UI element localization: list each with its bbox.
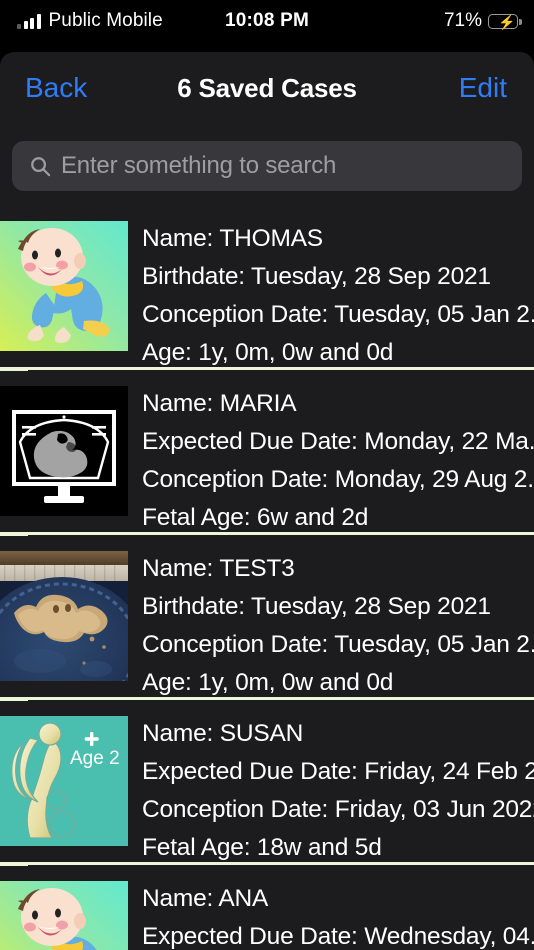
saved-cases-list[interactable]: Name: THOMAS Birthdate: Tuesday, 28 Sep …	[0, 206, 534, 950]
signal-bars-icon	[17, 13, 41, 29]
status-bar-left: Public Mobile	[17, 0, 163, 42]
case-name: Name: TEST3	[142, 555, 295, 582]
case-due-date: Expected Due Date: Wednesday, 04...	[142, 923, 534, 950]
case-due-date: Expected Due Date: Friday, 24 Feb 2...	[142, 758, 534, 785]
search-bar-container: Enter something to search	[0, 124, 534, 206]
case-details: Name: ANA Expected Due Date: Wednesday, …	[142, 880, 534, 950]
case-details: Name: SUSAN Expected Due Date: Friday, 2…	[142, 715, 534, 861]
case-conception-date: Conception Date: Tuesday, 05 Jan 2...	[142, 631, 534, 658]
battery-percent-label: 71%	[443, 10, 482, 31]
carrier-name: Public Mobile	[48, 10, 163, 31]
case-due-date: Expected Due Date: Monday, 22 Ma...	[142, 428, 534, 455]
case-details: Name: MARIA Expected Due Date: Monday, 2…	[142, 385, 534, 531]
case-birthdate: Birthdate: Tuesday, 28 Sep 2021	[142, 593, 491, 620]
case-conception-date: Conception Date: Monday, 29 Aug 2...	[142, 466, 534, 493]
pregnancy-logo-icon: Age 2	[0, 716, 128, 846]
table-row[interactable]: Age 2 Name: SUSAN Expected Due Date: Fri…	[0, 701, 534, 866]
case-details: Name: TEST3 Birthdate: Tuesday, 28 Sep 2…	[142, 550, 534, 696]
table-row[interactable]: Name: MARIA Expected Due Date: Monday, 2…	[0, 371, 534, 536]
baby-crawling-photo	[0, 881, 128, 950]
thumbnail-age-label: Age 2	[70, 748, 120, 769]
table-row[interactable]: Name: ANA Expected Due Date: Wednesday, …	[0, 866, 534, 950]
status-bar: Public Mobile 10:08 PM 71% ⚡	[0, 0, 534, 42]
case-name: Name: THOMAS	[142, 225, 323, 252]
case-conception-date: Conception Date: Friday, 03 Jun 2022	[142, 796, 534, 823]
case-conception-date: Conception Date: Tuesday, 05 Jan 2...	[142, 301, 534, 328]
case-name: Name: MARIA	[142, 390, 297, 417]
case-details: Name: THOMAS Birthdate: Tuesday, 28 Sep …	[142, 220, 534, 366]
ultrasound-monitor-icon	[0, 386, 128, 516]
saved-cases-screen: Public Mobile 10:08 PM 71% ⚡ Back 6 Save…	[0, 0, 534, 950]
case-name: Name: SUSAN	[142, 720, 304, 747]
back-button[interactable]: Back	[25, 72, 87, 104]
search-input[interactable]: Enter something to search	[12, 141, 522, 191]
case-birthdate: Birthdate: Tuesday, 28 Sep 2021	[142, 263, 491, 290]
edit-button[interactable]: Edit	[459, 72, 507, 104]
search-icon	[31, 156, 51, 176]
lightning-bolt-icon: ⚡	[498, 13, 516, 30]
bat-cookie-photo	[0, 551, 128, 681]
navigation-bar: Back 6 Saved Cases Edit	[0, 52, 534, 124]
battery-charging-icon: ⚡	[488, 13, 522, 30]
baby-crawling-photo	[0, 221, 128, 351]
status-bar-clock: 10:08 PM	[225, 10, 309, 31]
status-bar-right: 71% ⚡	[443, 0, 522, 42]
case-name: Name: ANA	[142, 885, 269, 912]
table-row[interactable]: Name: TEST3 Birthdate: Tuesday, 28 Sep 2…	[0, 536, 534, 701]
search-placeholder-text: Enter something to search	[61, 152, 337, 179]
table-row[interactable]: Name: THOMAS Birthdate: Tuesday, 28 Sep …	[0, 206, 534, 371]
